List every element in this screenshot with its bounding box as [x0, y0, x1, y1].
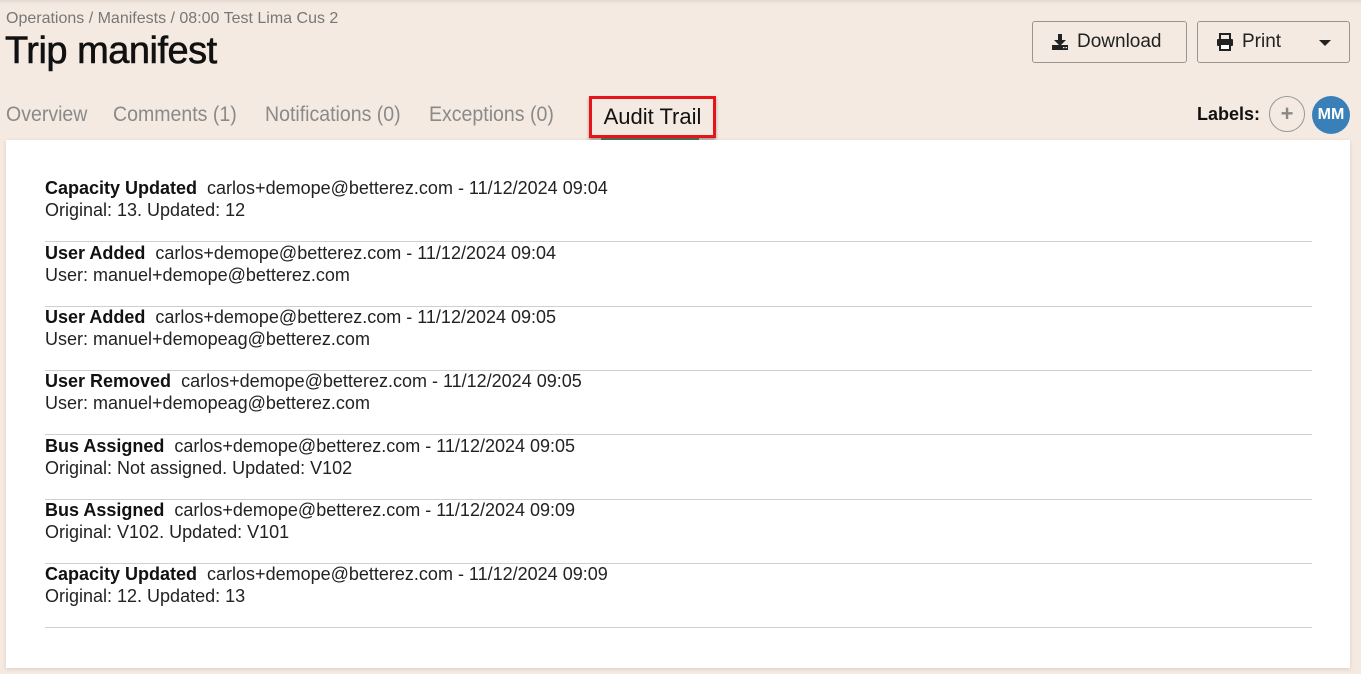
download-button[interactable]: Download [1032, 21, 1187, 63]
audit-entry: Bus Assigned carlos+demope@betterez.com -… [45, 436, 1312, 500]
tab-audit-trail-label: Audit Trail [603, 104, 702, 129]
tab-comments[interactable]: Comments (1) [113, 103, 237, 127]
audit-action: Capacity Updated [45, 178, 198, 198]
audit-entry: User Removed carlos+demope@betterez.com -… [45, 371, 1312, 435]
tab-audit-trail[interactable]: Audit Trail [589, 96, 716, 138]
avatar-initials: MM [1317, 106, 1345, 123]
labels-title: Labels: [1197, 104, 1261, 124]
audit-entry: Bus Assigned carlos+demope@betterez.com -… [45, 500, 1312, 564]
audit-meta: carlos+demope@betterez.com - 11/12/2024 … [207, 564, 608, 584]
audit-entry: User Added carlos+demope@betterez.com - 1… [45, 243, 1312, 307]
download-icon [1052, 34, 1068, 50]
plus-icon: + [1280, 101, 1294, 126]
audit-detail: User: manuel+demope@betterez.com [45, 265, 350, 285]
tab-overview[interactable]: Overview [6, 103, 87, 127]
audit-action: Capacity Updated [45, 564, 198, 584]
print-label: Print [1242, 31, 1282, 52]
top-shadow [0, 0, 1361, 4]
audit-action: User Added [45, 243, 146, 263]
audit-meta: carlos+demope@betterez.com - 11/12/2024 … [155, 307, 557, 327]
audit-detail: Original: Not assigned. Updated: V102 [45, 458, 353, 478]
audit-entry: Capacity Updated carlos+demope@betterez.c… [45, 178, 1312, 242]
add-label-button[interactable]: + [1269, 96, 1305, 132]
avatar[interactable]: MM [1312, 96, 1350, 134]
print-button[interactable]: Print [1197, 21, 1350, 63]
audit-trail-panel: Capacity Updated carlos+demope@betterez.c… [6, 140, 1350, 668]
printer-icon [1217, 33, 1233, 51]
breadcrumb[interactable]: Operations / Manifests / 08:00 Test Lima… [6, 10, 338, 28]
audit-action: User Removed [45, 371, 172, 391]
download-label: Download [1077, 31, 1162, 52]
audit-entry: User Added carlos+demope@betterez.com - 1… [45, 307, 1312, 371]
audit-action: Bus Assigned [45, 500, 165, 520]
audit-detail: Original: 12. Updated: 13 [45, 586, 246, 606]
chevron-down-icon[interactable] [1319, 40, 1331, 46]
audit-action: User Added [45, 307, 146, 327]
tab-bar: Overview Comments (1) Notifications (0) … [6, 103, 583, 127]
page-title: Trip manifest [5, 30, 218, 73]
audit-meta: carlos+demope@betterez.com - 11/12/2024 … [207, 178, 608, 198]
audit-meta: carlos+demope@betterez.com - 11/12/2024 … [181, 371, 582, 391]
audit-detail: User: manuel+demopeag@betterez.com [45, 329, 370, 349]
audit-detail: Original: 13. Updated: 12 [45, 200, 246, 220]
audit-entry: Capacity Updated carlos+demope@betterez.c… [45, 564, 1312, 628]
audit-detail: User: manuel+demopeag@betterez.com [45, 393, 370, 413]
audit-meta: carlos+demope@betterez.com - 11/12/2024 … [174, 436, 576, 456]
audit-action: Bus Assigned [45, 436, 165, 456]
tab-exceptions[interactable]: Exceptions (0) [429, 103, 554, 127]
audit-detail: Original: V102. Updated: V101 [45, 522, 290, 542]
tab-notifications[interactable]: Notifications (0) [265, 103, 401, 127]
audit-meta: carlos+demope@betterez.com - 11/12/2024 … [155, 243, 557, 263]
audit-meta: carlos+demope@betterez.com - 11/12/2024 … [174, 500, 576, 520]
